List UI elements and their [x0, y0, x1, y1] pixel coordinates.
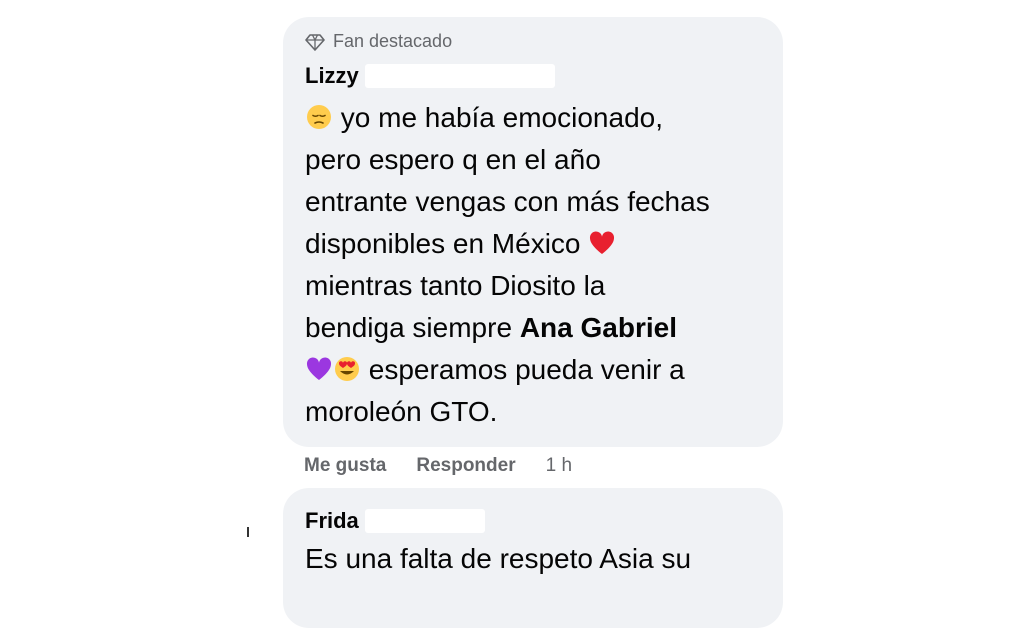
redacted-surname — [364, 509, 485, 533]
comment-line: Es una falta de respeto Asia su — [305, 543, 692, 574]
pensive-face-emoji — [305, 103, 333, 131]
comment-line: esperamos pueda venir a — [305, 349, 775, 391]
heart-eyes-emoji — [333, 355, 361, 383]
comment-bubble: Fan destacado Lizzy yo me había emociona… — [283, 17, 783, 447]
red-heart-emoji — [588, 229, 616, 257]
purple-heart-emoji — [305, 355, 333, 383]
timestamp[interactable]: 1 h — [546, 455, 572, 477]
comment-text: Es una falta de respeto Asia su — [305, 538, 775, 580]
comment-line: bendiga siempre Ana Gabriel — [305, 312, 677, 343]
comment-author[interactable]: Frida — [305, 508, 485, 534]
comment-actions: Me gusta Responder 1 h — [304, 455, 572, 477]
redacted-surname — [364, 64, 555, 88]
comment-bubble: Frida Es una falta de respeto Asia su — [283, 488, 783, 628]
divider-mark — [247, 527, 249, 537]
comment-line: pero espero q en el año — [305, 144, 601, 175]
comment-line: mientras tanto Diosito la — [305, 270, 606, 301]
mention-link[interactable]: Ana Gabriel — [520, 312, 677, 343]
top-fan-badge: Fan destacado — [305, 31, 452, 52]
diamond-icon — [305, 32, 325, 52]
comment-text: yo me había emocionado, pero espero q en… — [305, 97, 775, 433]
author-name[interactable]: Frida — [305, 508, 359, 534]
badge-label: Fan destacado — [333, 31, 453, 51]
comment-line: entrante vengas con más fechas — [305, 186, 710, 217]
like-link[interactable]: Me gusta — [304, 455, 386, 477]
comment-line: disponibles en México — [305, 223, 775, 265]
reply-link[interactable]: Responder — [416, 455, 515, 477]
comment-line: moroleón GTO. — [305, 396, 498, 427]
comment-line: yo me había emocionado, — [305, 97, 775, 139]
comment-author[interactable]: Lizzy — [305, 63, 555, 89]
author-name[interactable]: Lizzy — [305, 63, 359, 89]
